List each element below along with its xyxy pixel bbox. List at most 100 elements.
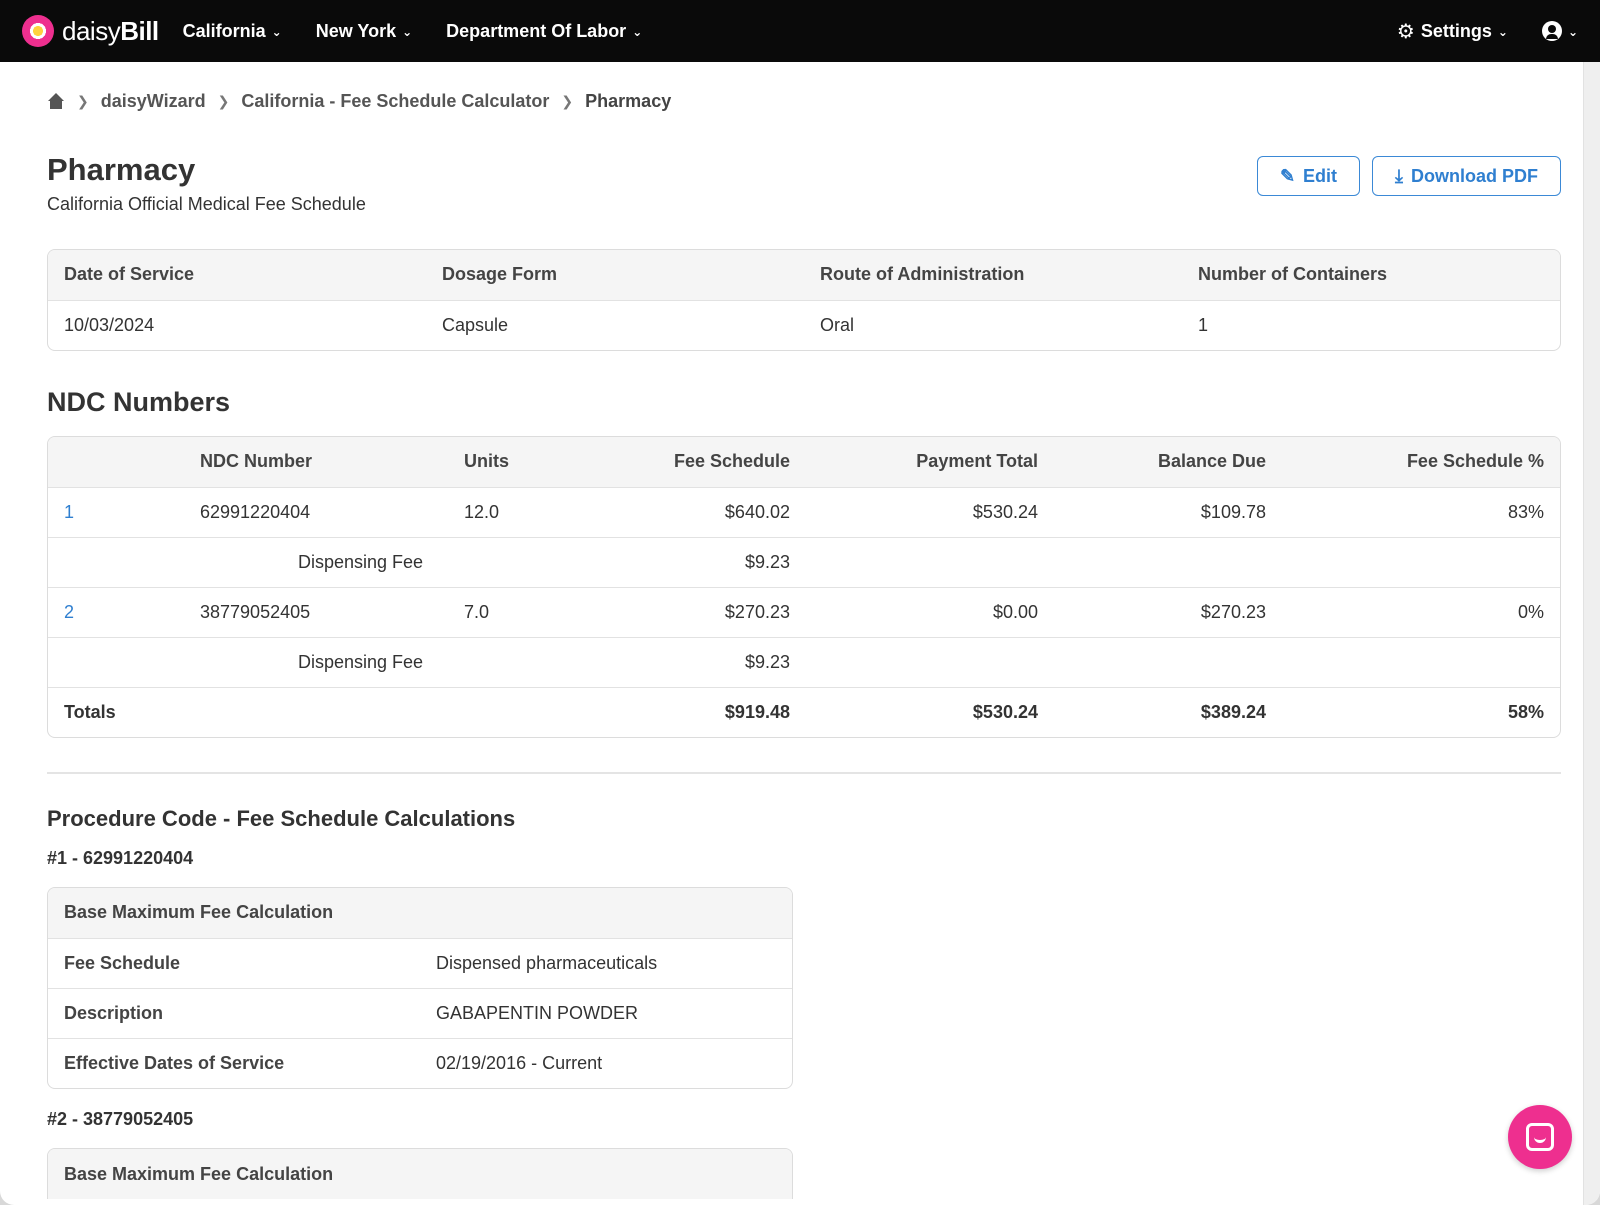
table-row: Dispensing Fee $9.23 bbox=[48, 536, 1560, 587]
settings-menu[interactable]: ⚙ Settings ⌄ bbox=[1397, 19, 1508, 44]
home-icon[interactable] bbox=[47, 93, 65, 109]
total-fee-schedule-percent: 58% bbox=[1282, 686, 1560, 737]
daisy-logo-icon bbox=[22, 15, 54, 47]
gear-icon: ⚙ bbox=[1396, 20, 1415, 43]
chevron-down-icon: ⌄ bbox=[632, 25, 643, 39]
nav-california[interactable]: California ⌄ bbox=[183, 21, 282, 42]
table-row: Description GABAPENTIN POWDER bbox=[48, 987, 792, 1038]
edit-button[interactable]: ✎ Edit bbox=[1256, 156, 1361, 196]
ndc-number: 38779052405 bbox=[184, 586, 448, 637]
chevron-right-icon: ❯ bbox=[561, 92, 574, 109]
column-header: Date of Service bbox=[48, 250, 426, 300]
date-of-service: 10/03/2024 bbox=[48, 299, 426, 350]
row-label: Description bbox=[48, 987, 420, 1038]
row-value: GABAPENTIN POWDER bbox=[420, 987, 792, 1038]
ndc-row-link[interactable]: 1 bbox=[64, 502, 74, 522]
column-header: Units bbox=[448, 437, 568, 487]
table-row: 2 38779052405 7.0 $270.23 $0.00 $270.23 … bbox=[48, 586, 1560, 637]
divider bbox=[47, 772, 1561, 774]
row-value: 02/19/2016 - Current bbox=[420, 1037, 792, 1088]
download-pdf-button[interactable]: ⤓ Download PDF bbox=[1372, 156, 1561, 196]
edit-icon: ✎ bbox=[1279, 165, 1296, 186]
breadcrumb-fee-schedule-calculator[interactable]: California - Fee Schedule Calculator bbox=[241, 91, 549, 112]
ndc-table: NDC Number Units Fee Schedule Payment To… bbox=[47, 436, 1561, 738]
table-row: Fee Schedule Dispensed pharmaceuticals bbox=[48, 937, 792, 988]
download-icon: ⤓ bbox=[1395, 165, 1403, 186]
totals-label: Totals bbox=[48, 686, 568, 737]
units: 7.0 bbox=[448, 586, 568, 637]
table-row: 10/03/2024 Capsule Oral 1 bbox=[48, 299, 1560, 350]
payment-total: $0.00 bbox=[806, 586, 1054, 637]
nav-california-label: California bbox=[182, 20, 266, 41]
dispensing-fee-label: Dispensing Fee bbox=[184, 536, 568, 587]
ndc-number: 62991220404 bbox=[184, 486, 448, 537]
user-icon bbox=[1541, 21, 1562, 41]
nav-new-york[interactable]: New York ⌄ bbox=[316, 21, 412, 42]
service-details-table: Date of Service Dosage Form Route of Adm… bbox=[47, 249, 1561, 351]
chat-icon bbox=[1526, 1123, 1554, 1151]
total-balance-due: $389.24 bbox=[1054, 686, 1282, 737]
fee-schedule: $270.23 bbox=[568, 586, 806, 637]
main-content: ❯ daisyWizard ❯ California - Fee Schedul… bbox=[47, 62, 1561, 1199]
nav-new-york-label: New York bbox=[315, 20, 397, 41]
breadcrumb-current: Pharmacy bbox=[585, 90, 672, 111]
table-header: Base Maximum Fee Calculation bbox=[48, 1149, 792, 1199]
fee-schedule-percent: 0% bbox=[1282, 586, 1560, 637]
procedure-item-title: #1 - 62991220404 bbox=[47, 848, 194, 868]
base-fee-calculation-table: Base Maximum Fee Calculation bbox=[47, 1148, 793, 1199]
table-header: Base Maximum Fee Calculation bbox=[48, 888, 792, 938]
balance-due: $109.78 bbox=[1054, 486, 1282, 537]
row-label: Effective Dates of Service bbox=[48, 1037, 420, 1088]
top-nav: daisyBill California ⌄ New York ⌄ Depart… bbox=[0, 0, 1600, 62]
total-fee-schedule: $919.48 bbox=[568, 686, 806, 737]
column-header: Fee Schedule % bbox=[1282, 437, 1560, 487]
table-row: 1 62991220404 12.0 $640.02 $530.24 $109.… bbox=[48, 486, 1560, 537]
page-subtitle: California Official Medical Fee Schedule bbox=[47, 194, 366, 214]
column-header: NDC Number bbox=[184, 437, 448, 487]
chevron-down-icon: ⌄ bbox=[402, 25, 413, 39]
procedure-item-title: #2 - 38779052405 bbox=[47, 1109, 194, 1129]
nav-department-of-labor-label: Department Of Labor bbox=[446, 20, 627, 41]
dispensing-fee: $9.23 bbox=[568, 636, 806, 687]
chevron-right-icon: ❯ bbox=[77, 92, 89, 109]
dispensing-fee-label: Dispensing Fee bbox=[184, 636, 568, 687]
logo-text: daisyBill bbox=[62, 15, 159, 46]
column-header: Number of Containers bbox=[1182, 250, 1560, 300]
chevron-down-icon: ⌄ bbox=[1567, 25, 1578, 39]
procedure-section-title: Procedure Code - Fee Schedule Calculatio… bbox=[47, 806, 516, 831]
column-header: Balance Due bbox=[1054, 437, 1282, 487]
ndc-row-link[interactable]: 2 bbox=[64, 602, 74, 622]
chevron-down-icon: ⌄ bbox=[271, 25, 282, 39]
dispensing-fee: $9.23 bbox=[568, 536, 806, 587]
payment-total: $530.24 bbox=[806, 486, 1054, 537]
route-of-administration: Oral bbox=[804, 299, 1182, 350]
app-window: daisyBill California ⌄ New York ⌄ Depart… bbox=[0, 0, 1600, 1205]
chat-launcher-button[interactable] bbox=[1508, 1105, 1572, 1169]
breadcrumb: ❯ daisyWizard ❯ California - Fee Schedul… bbox=[47, 62, 1561, 140]
column-header: Fee Schedule bbox=[568, 437, 806, 487]
total-payment: $530.24 bbox=[806, 686, 1054, 737]
row-value: Dispensed pharmaceuticals bbox=[420, 937, 792, 988]
page-title: Pharmacy bbox=[47, 152, 196, 187]
user-menu[interactable]: ⌄ bbox=[1541, 21, 1578, 41]
balance-due: $270.23 bbox=[1054, 586, 1282, 637]
chevron-down-icon: ⌄ bbox=[1497, 25, 1508, 39]
logo[interactable]: daisyBill bbox=[22, 15, 159, 47]
table-row: Dispensing Fee $9.23 bbox=[48, 636, 1560, 687]
nav-department-of-labor[interactable]: Department Of Labor ⌄ bbox=[446, 21, 642, 42]
number-of-containers: 1 bbox=[1182, 299, 1560, 350]
fee-schedule: $640.02 bbox=[568, 486, 806, 537]
settings-label: Settings bbox=[1420, 20, 1492, 41]
chevron-right-icon: ❯ bbox=[217, 92, 230, 109]
column-header: Route of Administration bbox=[804, 250, 1182, 300]
base-fee-calculation-table: Base Maximum Fee Calculation Fee Schedul… bbox=[47, 887, 793, 1089]
totals-row: Totals $919.48 $530.24 $389.24 58% bbox=[48, 686, 1560, 737]
download-button-label: Download PDF bbox=[1411, 165, 1538, 186]
fee-schedule-percent: 83% bbox=[1282, 486, 1560, 537]
column-header: Payment Total bbox=[806, 437, 1054, 487]
breadcrumb-daisywizard[interactable]: daisyWizard bbox=[101, 91, 206, 112]
column-header: Dosage Form bbox=[426, 250, 804, 300]
dosage-form: Capsule bbox=[426, 299, 804, 350]
ndc-section-title: NDC Numbers bbox=[47, 387, 231, 417]
row-label: Fee Schedule bbox=[48, 937, 420, 988]
